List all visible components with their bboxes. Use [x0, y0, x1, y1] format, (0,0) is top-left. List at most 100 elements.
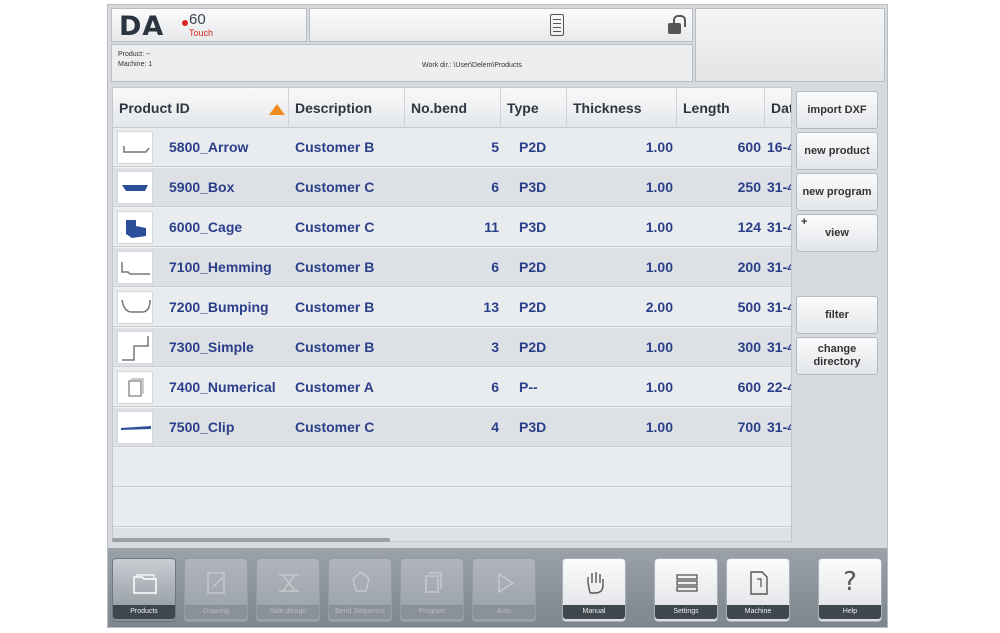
bend-sequence-icon: [352, 571, 370, 592]
column-description[interactable]: Description: [289, 88, 405, 128]
product-thumbnail: [117, 171, 153, 204]
nav-machine-button[interactable]: Machine: [726, 558, 790, 622]
cell-type: P3D: [519, 219, 547, 235]
table-row[interactable]: 7400_Numerical Customer A 6 P-- 1.00 600…: [113, 368, 791, 407]
cell-thickness: 1.00: [645, 139, 673, 155]
product-thumbnail: [117, 411, 153, 444]
empty-row: [113, 448, 791, 487]
nav-auto-label: Auto: [473, 605, 535, 619]
cell-date: 31-4: [767, 259, 791, 275]
cell-product-id: 7200_Bumping: [169, 299, 269, 315]
column-type[interactable]: Type: [501, 88, 567, 128]
nav-manual-button[interactable]: Manual: [562, 558, 626, 622]
cell-no-bend: 6: [491, 259, 499, 275]
sort-ascending-icon[interactable]: [269, 104, 285, 115]
status-bar: [309, 8, 693, 42]
cell-length: 200: [737, 259, 761, 275]
new-program-button[interactable]: new program: [796, 173, 878, 211]
logo-touch: Touch: [189, 28, 214, 38]
cell-date: 31-4: [767, 419, 791, 435]
nav-help-button[interactable]: ? Help: [818, 558, 882, 622]
cell-product-id: 7300_Simple: [169, 339, 254, 355]
cell-thickness: 1.00: [645, 179, 673, 195]
nav-bend-sequence-button: Bend Sequence: [328, 558, 392, 622]
column-date[interactable]: Dat: [765, 88, 791, 128]
table-row[interactable]: 7500_Clip Customer C 4 P3D 1.00 700 31-4: [113, 408, 791, 447]
horizontal-scrollbar[interactable]: [112, 538, 390, 542]
folder-icon: [133, 574, 157, 594]
nav-machine-label: Machine: [727, 605, 789, 619]
cell-no-bend: 4: [491, 419, 499, 435]
view-label: view: [825, 226, 849, 239]
product-table[interactable]: Product ID Description No.bend Type Thic…: [112, 87, 792, 542]
cell-type: P2D: [519, 339, 547, 355]
cell-type: P3D: [519, 419, 547, 435]
logo-panel: DA 60 Touch: [111, 8, 307, 42]
column-no-bend[interactable]: No.bend: [405, 88, 501, 128]
table-row[interactable]: 7200_Bumping Customer B 13 P2D 2.00 500 …: [113, 288, 791, 327]
play-icon: [498, 572, 515, 594]
import-dxf-button[interactable]: import DXF: [796, 91, 878, 129]
hand-icon: [587, 572, 604, 594]
cell-thickness: 1.00: [645, 419, 673, 435]
new-program-label: new program: [802, 185, 872, 198]
cell-product-id: 6000_Cage: [169, 219, 243, 235]
cell-type: P--: [519, 379, 538, 395]
program-icon: [425, 572, 442, 593]
column-length[interactable]: Length: [677, 88, 765, 128]
bottom-navigation: Products Drawing Side design Bend Sequen…: [108, 548, 887, 627]
cell-length: 500: [737, 299, 761, 315]
cell-date: 22-4: [767, 379, 791, 395]
view-button[interactable]: + view: [796, 214, 878, 252]
table-row[interactable]: 6000_Cage Customer C 11 P3D 1.00 124 31-…: [113, 208, 791, 247]
new-product-button[interactable]: new product: [796, 132, 878, 170]
cell-product-id: 7500_Clip: [169, 419, 235, 435]
column-product-id[interactable]: Product ID: [113, 88, 289, 128]
pencil-icon: [207, 572, 225, 594]
cell-description: Customer A: [295, 379, 374, 395]
product-thumbnail: [117, 331, 153, 364]
change-directory-button[interactable]: change directory: [796, 337, 878, 375]
cell-description: Customer B: [295, 139, 375, 155]
cell-length: 300: [737, 339, 761, 355]
cell-date: 31-4: [767, 179, 791, 195]
cell-thickness: 1.00: [645, 219, 673, 235]
nav-products-label: Products: [113, 605, 175, 619]
change-directory-label: change directory: [813, 343, 861, 368]
table-row[interactable]: 5800_Arrow Customer B 5 P2D 1.00 600 16-…: [113, 128, 791, 167]
cell-description: Customer B: [295, 299, 375, 315]
cell-description: Customer C: [295, 179, 375, 195]
lock-icon[interactable]: [668, 15, 686, 34]
cell-length: 700: [737, 419, 761, 435]
table-row[interactable]: 5900_Box Customer C 6 P3D 1.00 250 31-4: [113, 168, 791, 207]
cell-length: 600: [737, 139, 761, 155]
cell-thickness: 2.00: [645, 299, 673, 315]
product-thumbnail: [117, 211, 153, 244]
cell-type: P2D: [519, 299, 547, 315]
nav-settings-button[interactable]: Settings: [654, 558, 718, 622]
column-thickness[interactable]: Thickness: [567, 88, 677, 128]
product-info: Product: --: [118, 51, 151, 58]
cell-thickness: 1.00: [645, 379, 673, 395]
empty-row: [113, 488, 791, 527]
settings-icon: [676, 574, 698, 592]
nav-help-label: Help: [819, 605, 881, 619]
cell-date: 31-4: [767, 299, 791, 315]
da60-screen: DA 60 Touch Product: -- Machine: 1 Work …: [107, 4, 888, 628]
help-icon: ?: [843, 567, 857, 597]
table-row[interactable]: 7100_Hemming Customer B 6 P2D 1.00 200 3…: [113, 248, 791, 287]
cell-description: Customer C: [295, 219, 375, 235]
nav-products-button[interactable]: Products: [112, 558, 176, 622]
calculator-icon[interactable]: [550, 14, 564, 36]
cell-product-id: 5800_Arrow: [169, 139, 249, 155]
cell-date: 31-4: [767, 219, 791, 235]
header-right-panel: [695, 8, 885, 82]
side-design-icon: [279, 574, 299, 592]
nav-drawing-label: Drawing: [185, 605, 247, 619]
table-row[interactable]: 7300_Simple Customer B 3 P2D 1.00 300 31…: [113, 328, 791, 367]
filter-button[interactable]: filter: [796, 296, 878, 334]
cell-date: 16-4: [767, 139, 791, 155]
cell-type: P3D: [519, 179, 547, 195]
cell-type: P2D: [519, 139, 547, 155]
cell-description: Customer C: [295, 419, 375, 435]
